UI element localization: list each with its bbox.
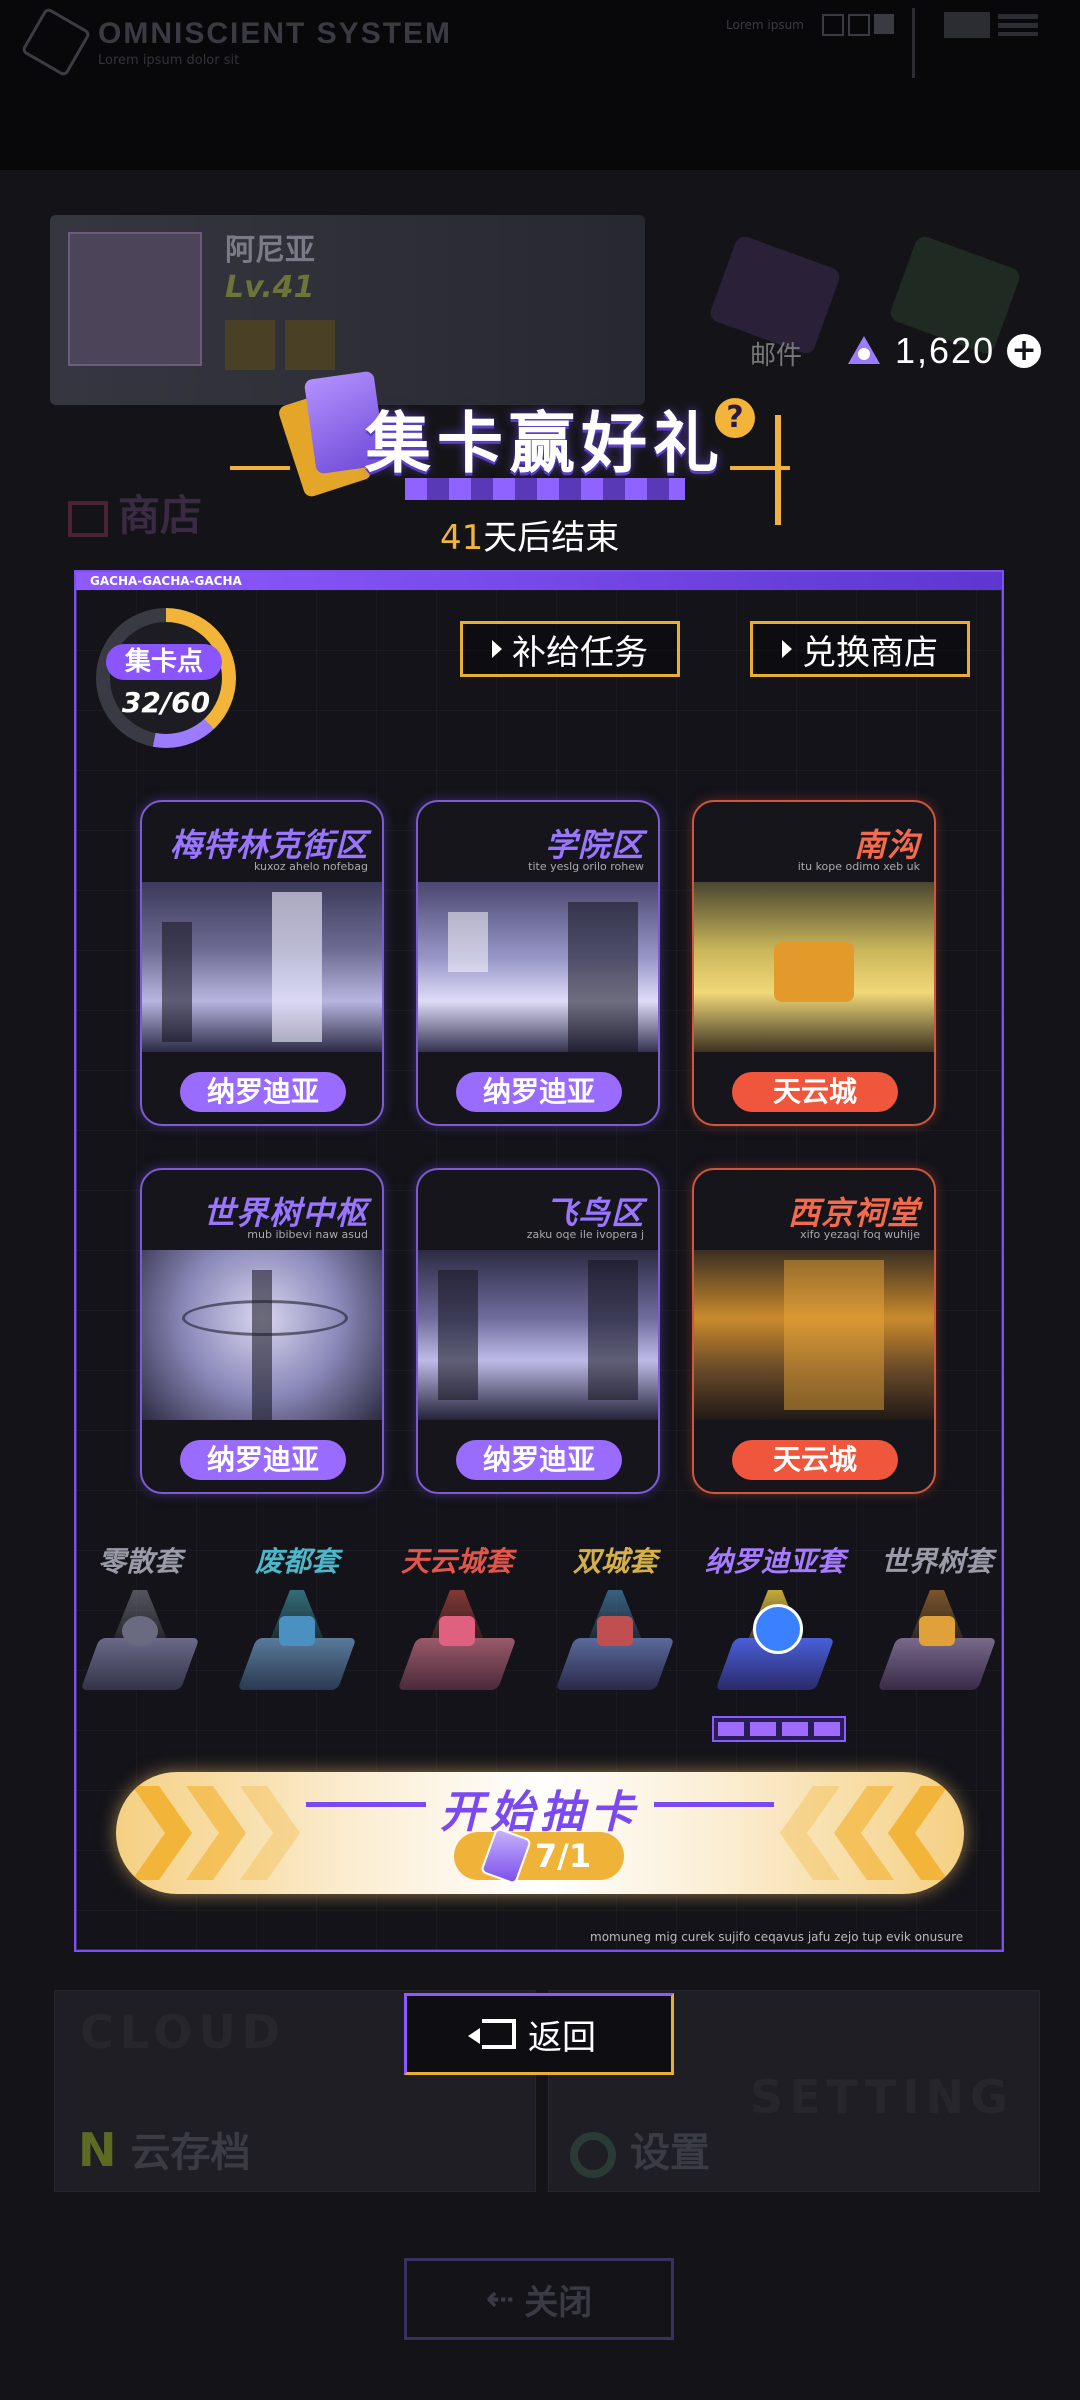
region-tag: 纳罗迪亚	[456, 1072, 622, 1112]
checkbox-filled-icon	[874, 14, 894, 34]
countdown-suffix: 天后结束	[483, 518, 620, 558]
divider	[912, 8, 915, 78]
points-value: 32/60	[121, 686, 211, 719]
district-subtitle: xifo yezaqi foq wuhije	[800, 1228, 920, 1241]
region-tag: 纳罗迪亚	[456, 1440, 622, 1480]
set-icon-worldtree[interactable]	[877, 1590, 997, 1700]
decor-line	[730, 466, 790, 470]
district-image	[142, 1250, 382, 1420]
play-arrow-icon	[782, 640, 792, 658]
district-image	[418, 882, 658, 1052]
currency-display: 1,620 +	[845, 330, 1042, 372]
cloud-en-label: CLOUD	[80, 2005, 287, 2059]
help-icon[interactable]: ?	[715, 398, 755, 438]
district-card-feiniao[interactable]: 飞鸟区 zaku oqe ile ivopera j 纳罗迪亚	[416, 1168, 660, 1494]
bg-close-button: ⇠ 关闭	[404, 2258, 674, 2340]
district-card-metlink[interactable]: 梅特林克街区 kuxoz ahelo nofebag 纳罗迪亚	[140, 800, 384, 1126]
return-arrow-icon	[468, 2019, 516, 2049]
region-tag: 纳罗迪亚	[180, 1440, 346, 1480]
start-draw-button[interactable]: 开始抽卡 7/1	[116, 1772, 964, 1894]
set-progress-indicator	[712, 1716, 846, 1742]
mail-label: 邮件	[750, 341, 803, 371]
supply-quest-button[interactable]: 补给任务	[460, 621, 680, 677]
set-icon-narodia[interactable]	[715, 1590, 835, 1700]
play-arrow-icon	[492, 640, 502, 658]
player-name: 阿尼亚	[225, 233, 315, 268]
app-logo: OMNISCIENT SYSTEM Lorem ipsum dolor sit	[20, 6, 453, 78]
district-card-xijing[interactable]: 西京祠堂 xifo yezaqi foq wuhije 天云城	[692, 1168, 936, 1494]
district-subtitle: mub ibibevi naw asud	[247, 1228, 368, 1241]
checkbox-x-icon	[848, 14, 870, 36]
points-label: 集卡点	[106, 644, 222, 680]
currency-value: 1,620	[895, 330, 996, 371]
draw-cost: 7/1	[454, 1826, 624, 1886]
set-label-ruins: 废都套	[254, 1545, 339, 1578]
crystal-icon	[845, 332, 883, 370]
set-label-worldtree: 世界树套	[880, 1545, 993, 1578]
district-subtitle: tite yeslg orilo rohew	[528, 860, 644, 873]
set-icon-tianyun[interactable]	[397, 1590, 517, 1700]
district-card-academy[interactable]: 学院区 tite yeslg orilo rohew 纳罗迪亚	[416, 800, 660, 1126]
decor-cross	[775, 415, 781, 525]
avatar	[68, 232, 202, 366]
draw-label: 开始抽卡	[440, 1787, 640, 1838]
settings-label: 设置	[570, 2120, 710, 2178]
badge-icon	[225, 320, 275, 370]
event-header: 集卡赢好礼 ? 41天后结束	[230, 370, 850, 560]
set-icon-ruins[interactable]	[237, 1590, 357, 1700]
logo-subtitle: Lorem ipsum dolor sit	[98, 52, 240, 68]
event-title: 集卡赢好礼	[365, 405, 725, 482]
card-points-gauge: 集卡点 32/60	[96, 608, 236, 748]
badge-icon	[285, 320, 335, 370]
top-bar: OMNISCIENT SYSTEM Lorem ipsum dolor sit …	[0, 0, 1080, 170]
set-label-scattered: 零散套	[97, 1545, 182, 1578]
checkbox-icon	[822, 14, 844, 36]
district-image	[694, 1250, 934, 1420]
district-image	[694, 882, 934, 1052]
region-tag: 天云城	[732, 1440, 898, 1480]
region-tag: 天云城	[732, 1072, 898, 1112]
district-subtitle: zaku oqe ile ivopera j	[526, 1228, 644, 1241]
district-card-nangou[interactable]: 南沟 itu kope odimo xeb uk 天云城	[692, 800, 936, 1126]
setting-en-label: SETTING	[750, 2070, 1014, 2124]
logo-hex-icon	[20, 6, 92, 78]
panel-footer-text: momuneg mig curek sujifo ceqavus jafu ze…	[590, 1930, 964, 1944]
set-icon-twin-city[interactable]	[555, 1590, 675, 1700]
add-currency-button[interactable]: +	[1007, 334, 1042, 368]
set-label-twin-city: 双城套	[572, 1545, 657, 1578]
menu-lines-icon	[998, 14, 1038, 36]
decor-zigzag	[405, 478, 685, 500]
decor-line	[230, 466, 290, 470]
top-right-label: Lorem ipsum	[726, 18, 804, 32]
set-label-tianyun: 天云城套	[400, 1545, 513, 1578]
district-subtitle: itu kope odimo xeb uk	[797, 860, 920, 873]
shop-label: 商店	[68, 482, 202, 543]
signal-icon	[944, 12, 990, 38]
countdown-days: 41	[440, 518, 484, 558]
logo-title: OMNISCIENT SYSTEM	[98, 16, 453, 50]
panel-header: GACHA-GACHA-GACHA	[76, 572, 1002, 590]
district-image	[142, 882, 382, 1052]
district-subtitle: kuxoz ahelo nofebag	[254, 860, 368, 873]
district-image	[418, 1250, 658, 1420]
district-card-worldtree[interactable]: 世界树中枢 mub ibibevi naw asud 纳罗迪亚	[140, 1168, 384, 1494]
set-label-narodia: 纳罗迪亚套	[704, 1545, 845, 1578]
region-tag: 纳罗迪亚	[180, 1072, 346, 1112]
set-icon-scattered[interactable]	[80, 1590, 200, 1700]
event-countdown: 41天后结束	[440, 510, 619, 559]
return-button[interactable]: 返回	[404, 1993, 674, 2075]
cloud-save-label: N 云存档	[78, 2123, 251, 2177]
player-level: Lv.41	[225, 270, 315, 305]
ticket-icon	[479, 1826, 532, 1886]
exchange-shop-button[interactable]: 兑换商店	[750, 621, 970, 677]
